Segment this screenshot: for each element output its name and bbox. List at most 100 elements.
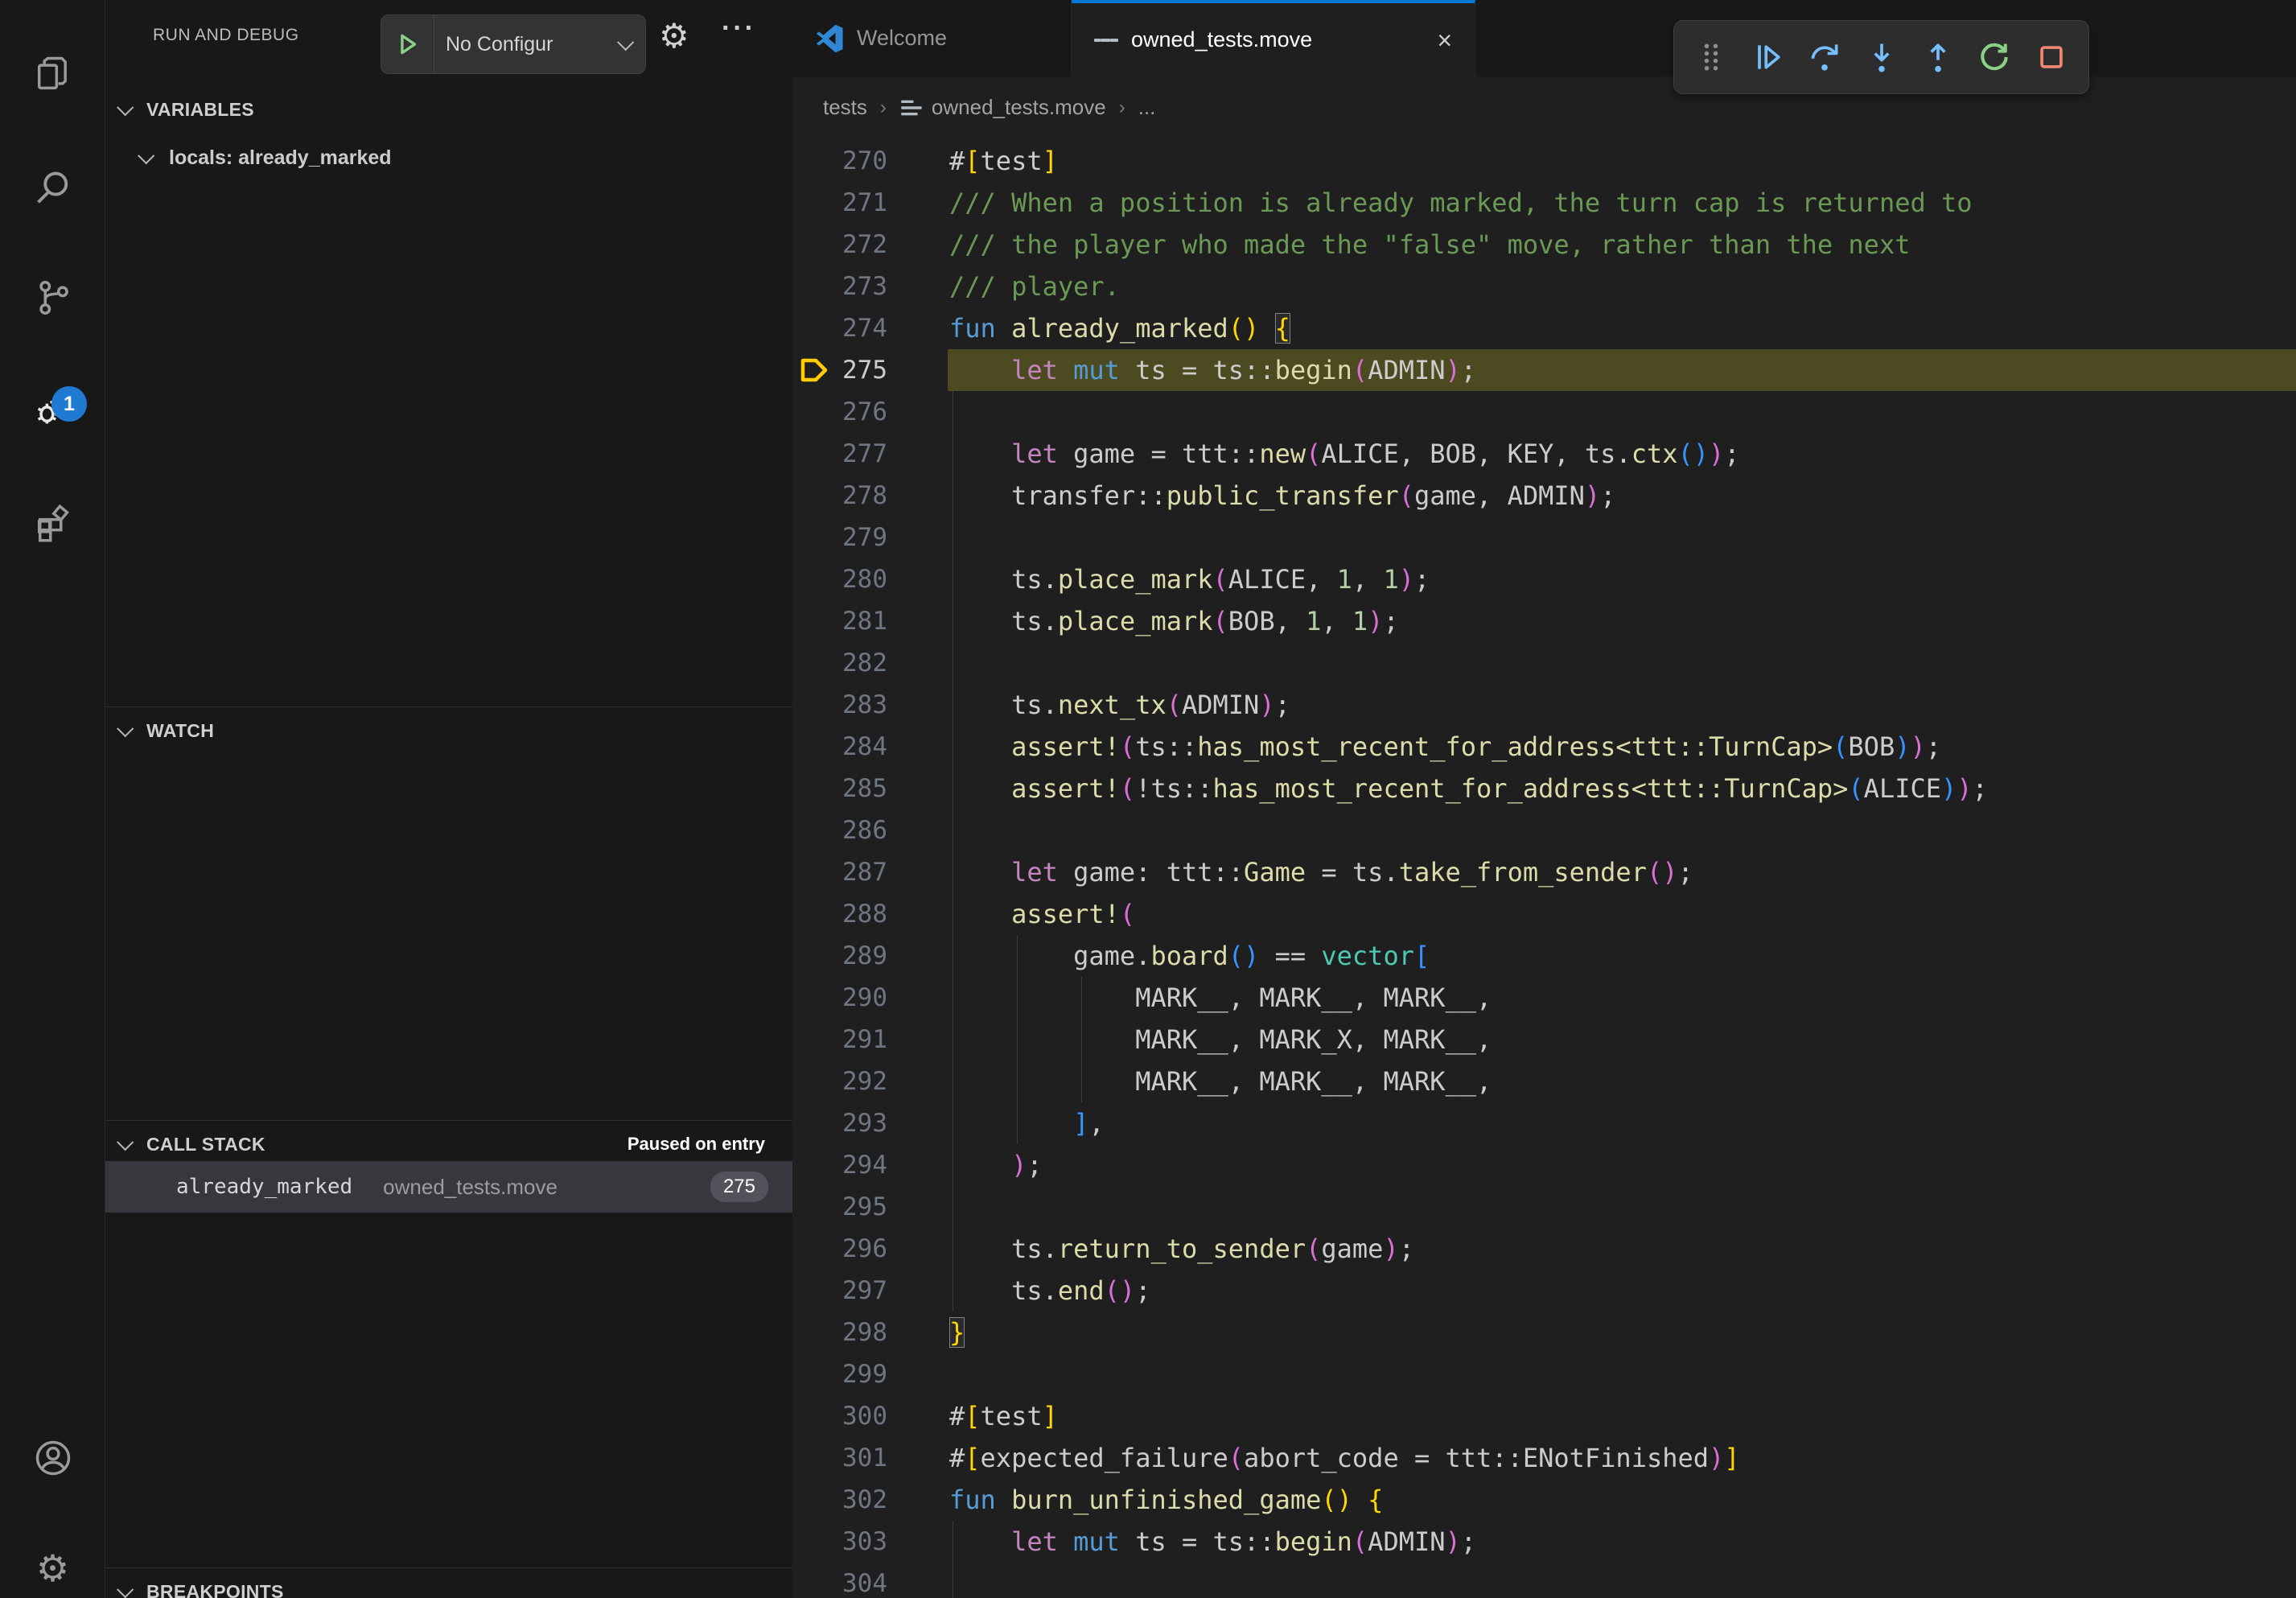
step-out-button[interactable] [1919,38,1957,76]
line-number[interactable]: 274 [792,307,887,349]
code-line[interactable]: 303 let mut ts = ts::begin(ADMIN); [792,1521,2296,1563]
line-number[interactable]: 285 [792,768,887,809]
gutter[interactable]: 279 [792,517,948,558]
step-over-button[interactable] [1805,38,1844,76]
settings-gear-icon[interactable]: ⚙ [0,1530,105,1598]
code-text[interactable]: game.board() == vector[ [948,935,2296,977]
gutter[interactable]: 281 [792,600,948,642]
code-text[interactable]: assert!(!ts::has_most_recent_for_address… [948,768,2296,809]
more-actions-icon[interactable]: ··· [722,13,756,44]
gutter[interactable]: 304 [792,1563,948,1598]
gutter[interactable]: 297 [792,1270,948,1312]
code-line[interactable]: 285 assert!(!ts::has_most_recent_for_add… [792,768,2296,809]
tab-welcome[interactable]: Welcome [792,0,1072,76]
variables-section-header[interactable]: VARIABLES [105,87,792,132]
code-line[interactable]: 289 game.board() == vector[ [792,935,2296,977]
watch-section-header[interactable]: WATCH [105,708,792,753]
code-line[interactable]: 273/// player. [792,266,2296,307]
gutter[interactable]: 303 [792,1521,948,1563]
line-number[interactable]: 293 [792,1102,887,1144]
gutter[interactable]: 273 [792,266,948,307]
code-text[interactable]: let mut ts = ts::begin(ADMIN); [948,349,2296,391]
line-number[interactable]: 276 [792,391,887,433]
code-text[interactable] [948,642,2296,684]
code-line[interactable]: 287 let game: ttt::Game = ts.take_from_s… [792,851,2296,893]
gutter[interactable]: 300 [792,1395,948,1437]
call-stack-frame-row[interactable]: already_marked owned_tests.move 275 [105,1161,792,1213]
gutter[interactable]: 274 [792,307,948,349]
code-line[interactable]: 299 [792,1353,2296,1395]
line-number[interactable]: 302 [792,1479,887,1521]
line-number[interactable]: 280 [792,558,887,600]
code-line[interactable]: 300#[test] [792,1395,2296,1437]
line-number[interactable]: 270 [792,140,887,182]
code-text[interactable]: ts.place_mark(BOB, 1, 1); [948,600,2296,642]
line-number[interactable]: 290 [792,977,887,1019]
code-text[interactable]: ); [948,1144,2296,1186]
gutter[interactable]: 294 [792,1144,948,1186]
code-line[interactable]: 292 MARK__, MARK__, MARK__, [792,1061,2296,1102]
code-text[interactable]: /// the player who made the "false" move… [948,224,2296,266]
line-number[interactable]: 282 [792,642,887,684]
code-text[interactable]: ts.return_to_sender(game); [948,1228,2296,1270]
start-debug-icon[interactable] [381,15,434,73]
code-text[interactable]: ts.next_tx(ADMIN); [948,684,2296,726]
code-line[interactable]: 296 ts.return_to_sender(game); [792,1228,2296,1270]
line-number[interactable]: 283 [792,684,887,726]
account-icon[interactable] [0,1419,105,1497]
restart-button[interactable] [1975,38,2014,76]
code-text[interactable]: fun burn_unfinished_game() { [948,1479,2296,1521]
line-number[interactable]: 294 [792,1144,887,1186]
debug-settings-gear-icon[interactable]: ⚙ [659,19,689,53]
line-number[interactable]: 281 [792,600,887,642]
code-line[interactable]: 275 let mut ts = ts::begin(ADMIN); [792,349,2296,391]
code-text[interactable]: transfer::public_transfer(game, ADMIN); [948,475,2296,517]
debug-config-dropdown[interactable]: No Configur [381,14,646,74]
gutter[interactable]: 289 [792,935,948,977]
code-text[interactable]: let game: ttt::Game = ts.take_from_sende… [948,851,2296,893]
code-line[interactable]: 286 [792,809,2296,851]
gutter[interactable]: 292 [792,1061,948,1102]
explorer-icon[interactable] [0,35,105,113]
gutter[interactable]: 284 [792,726,948,768]
code-line[interactable]: 301#[expected_failure(abort_code = ttt::… [792,1437,2296,1479]
line-number[interactable]: 295 [792,1186,887,1228]
code-line[interactable]: 298} [792,1312,2296,1353]
code-line[interactable]: 271/// When a position is already marked… [792,182,2296,224]
code-line[interactable]: 278 transfer::public_transfer(game, ADMI… [792,475,2296,517]
breadcrumb-file[interactable]: owned_tests.move [932,95,1106,120]
gutter[interactable]: 288 [792,893,948,935]
code-text[interactable] [948,1353,2296,1395]
line-number[interactable]: 297 [792,1270,887,1312]
locals-scope-row[interactable]: locals: already_marked [105,135,792,180]
line-number[interactable]: 296 [792,1228,887,1270]
code-text[interactable]: /// When a position is already marked, t… [948,182,2296,224]
step-into-button[interactable] [1862,38,1901,76]
code-text[interactable] [948,1186,2296,1228]
breadcrumb-folder[interactable]: tests [823,95,867,120]
code-line[interactable]: 282 [792,642,2296,684]
code-text[interactable]: MARK__, MARK__, MARK__, [948,977,2296,1019]
search-icon[interactable] [0,150,105,227]
line-number[interactable]: 288 [792,893,887,935]
code-line[interactable]: 295 [792,1186,2296,1228]
code-line[interactable]: 283 ts.next_tx(ADMIN); [792,684,2296,726]
code-text[interactable] [948,391,2296,433]
code-text[interactable]: #[test] [948,140,2296,182]
code-line[interactable]: 291 MARK__, MARK_X, MARK__, [792,1019,2296,1061]
code-line[interactable]: 272/// the player who made the "false" m… [792,224,2296,266]
line-number[interactable]: 277 [792,433,887,475]
line-number[interactable]: 301 [792,1437,887,1479]
call-stack-section-header[interactable]: CALL STACK Paused on entry [105,1122,792,1167]
code-line[interactable]: 274fun already_marked() { [792,307,2296,349]
line-number[interactable]: 292 [792,1061,887,1102]
gutter[interactable]: 272 [792,224,948,266]
gutter[interactable]: 277 [792,433,948,475]
gutter[interactable]: 291 [792,1019,948,1061]
gutter[interactable]: 275 [792,349,948,391]
gutter[interactable]: 293 [792,1102,948,1144]
code-line[interactable]: 276 [792,391,2296,433]
code-text[interactable] [948,809,2296,851]
line-number[interactable]: 275 [792,349,887,391]
gutter[interactable]: 290 [792,977,948,1019]
